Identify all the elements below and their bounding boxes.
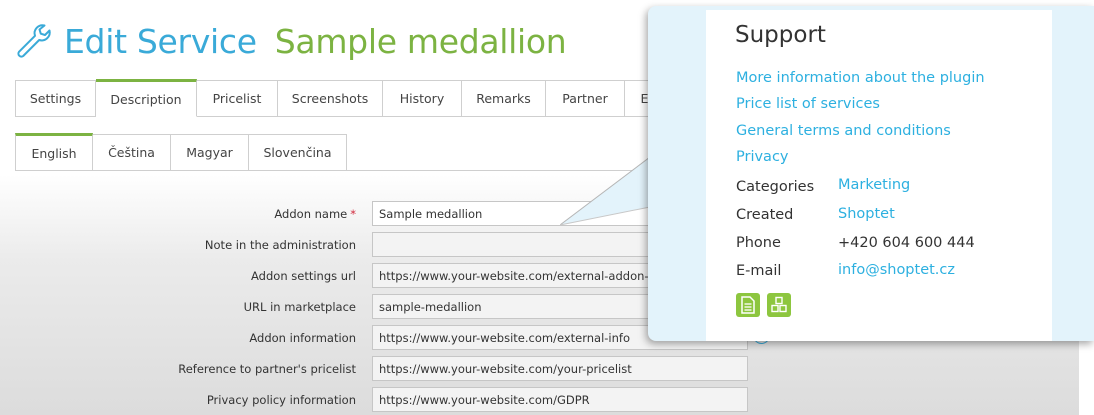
tab-magyar[interactable]: Magyar [171, 134, 249, 171]
tab-cestina[interactable]: Čeština [93, 134, 171, 171]
support-popup [648, 6, 1094, 341]
main-tabs: Settings Description Pricelist Screensho… [15, 79, 665, 117]
field-label: URL in marketplace [243, 300, 356, 314]
meta-value-created[interactable]: Shoptet [838, 206, 895, 222]
tab-settings[interactable]: Settings [15, 80, 96, 117]
field-label: Privacy policy information [206, 393, 356, 407]
service-name: Sample medallion [274, 21, 567, 61]
popup-pointer [560, 156, 651, 226]
tab-partner[interactable]: Partner [546, 80, 625, 117]
link-price-list[interactable]: Price list of services [736, 96, 880, 112]
meta-value-email[interactable]: info@shoptet.cz [838, 262, 955, 278]
form-row-addon-info: Addon information https://www.your-websi… [0, 325, 770, 351]
boxes-icon[interactable] [767, 293, 791, 317]
form-row-privacy-policy: Privacy policy information https://www.y… [0, 387, 748, 413]
privacy-policy-input[interactable]: https://www.your-website.com/GDPR [372, 387, 748, 412]
tab-history[interactable]: History [383, 80, 462, 117]
form-row-settings-url: Addon settings url https://www.your-webs… [0, 263, 748, 289]
meta-label-phone: Phone [736, 235, 781, 251]
field-label: Addon name [274, 207, 348, 221]
tab-slovencina[interactable]: Slovenčina [249, 134, 347, 171]
form-row-note: Note in the administration [0, 232, 748, 258]
wrench-icon [17, 24, 51, 58]
meta-label-email: E-mail [736, 263, 782, 279]
field-label: Addon information [249, 331, 356, 345]
pricelist-ref-input[interactable]: https://www.your-website.com/your-pricel… [372, 356, 748, 381]
tab-description[interactable]: Description [96, 79, 197, 117]
title-text: Edit Service [64, 21, 257, 61]
form-row-marketplace-url: URL in marketplace sample-medallion [0, 294, 748, 320]
field-label: Note in the administration [204, 238, 356, 252]
link-plugin-info[interactable]: More information about the plugin [736, 70, 985, 86]
required-mark: * [350, 207, 356, 221]
document-icon[interactable] [736, 293, 760, 317]
support-title: Support [735, 22, 826, 48]
language-tabs: English Čeština Magyar Slovenčina [15, 133, 347, 171]
meta-label-created: Created [736, 207, 794, 223]
tab-screenshots[interactable]: Screenshots [278, 80, 383, 117]
page-title: Edit Service Sample medallion [14, 16, 567, 66]
meta-value-categories[interactable]: Marketing [838, 177, 910, 193]
meta-label-categories: Categories [736, 179, 815, 195]
link-terms[interactable]: General terms and conditions [736, 123, 951, 139]
field-label: Reference to partner's pricelist [178, 362, 356, 376]
tab-pricelist[interactable]: Pricelist [197, 80, 278, 117]
form-row-pricelist-ref: Reference to partner's pricelist https:/… [0, 356, 748, 382]
support-panel [706, 10, 1052, 341]
link-privacy[interactable]: Privacy [736, 149, 789, 165]
tab-english[interactable]: English [15, 133, 93, 171]
form-row-addon-name: Addon name * Sample medallion [0, 201, 748, 227]
tab-remarks[interactable]: Remarks [462, 80, 546, 117]
field-label: Addon settings url [251, 269, 356, 283]
meta-value-phone: +420 604 600 444 [838, 235, 975, 251]
